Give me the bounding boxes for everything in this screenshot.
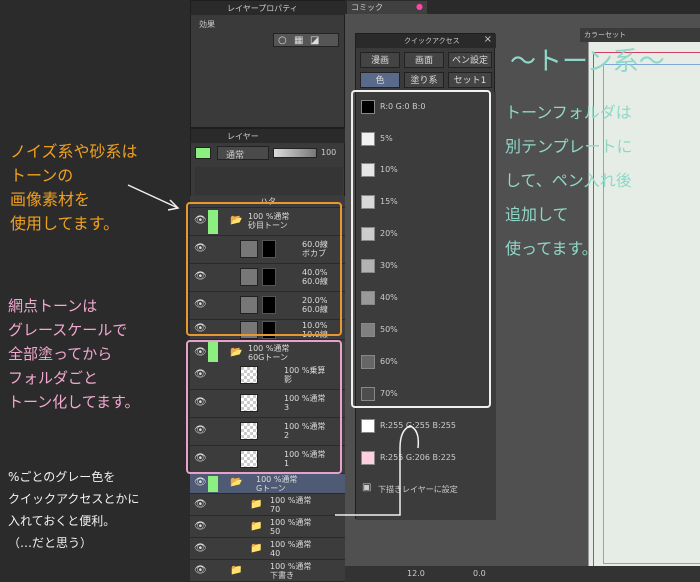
annotation-tone-title: ～トーン系～ bbox=[510, 47, 665, 77]
annotation-gray: %ごとのグレー色を クイックアクセスとかに 入れておくと便利。 （…だと思う） bbox=[8, 470, 140, 550]
annotation-halftone: 網点トーンは グレースケールで 全部塗ってから フォルダごと トーン化してます。 bbox=[8, 297, 140, 411]
annotation-noise: ノイズ系や砂系は トーンの 画像素材を 使用してます。 bbox=[10, 142, 138, 233]
white-line bbox=[335, 425, 420, 516]
annotation-tone-folder: トーンフォルダは 別テンプレートに して、ペン入れ後 追加して 使ってます。 bbox=[505, 103, 633, 258]
